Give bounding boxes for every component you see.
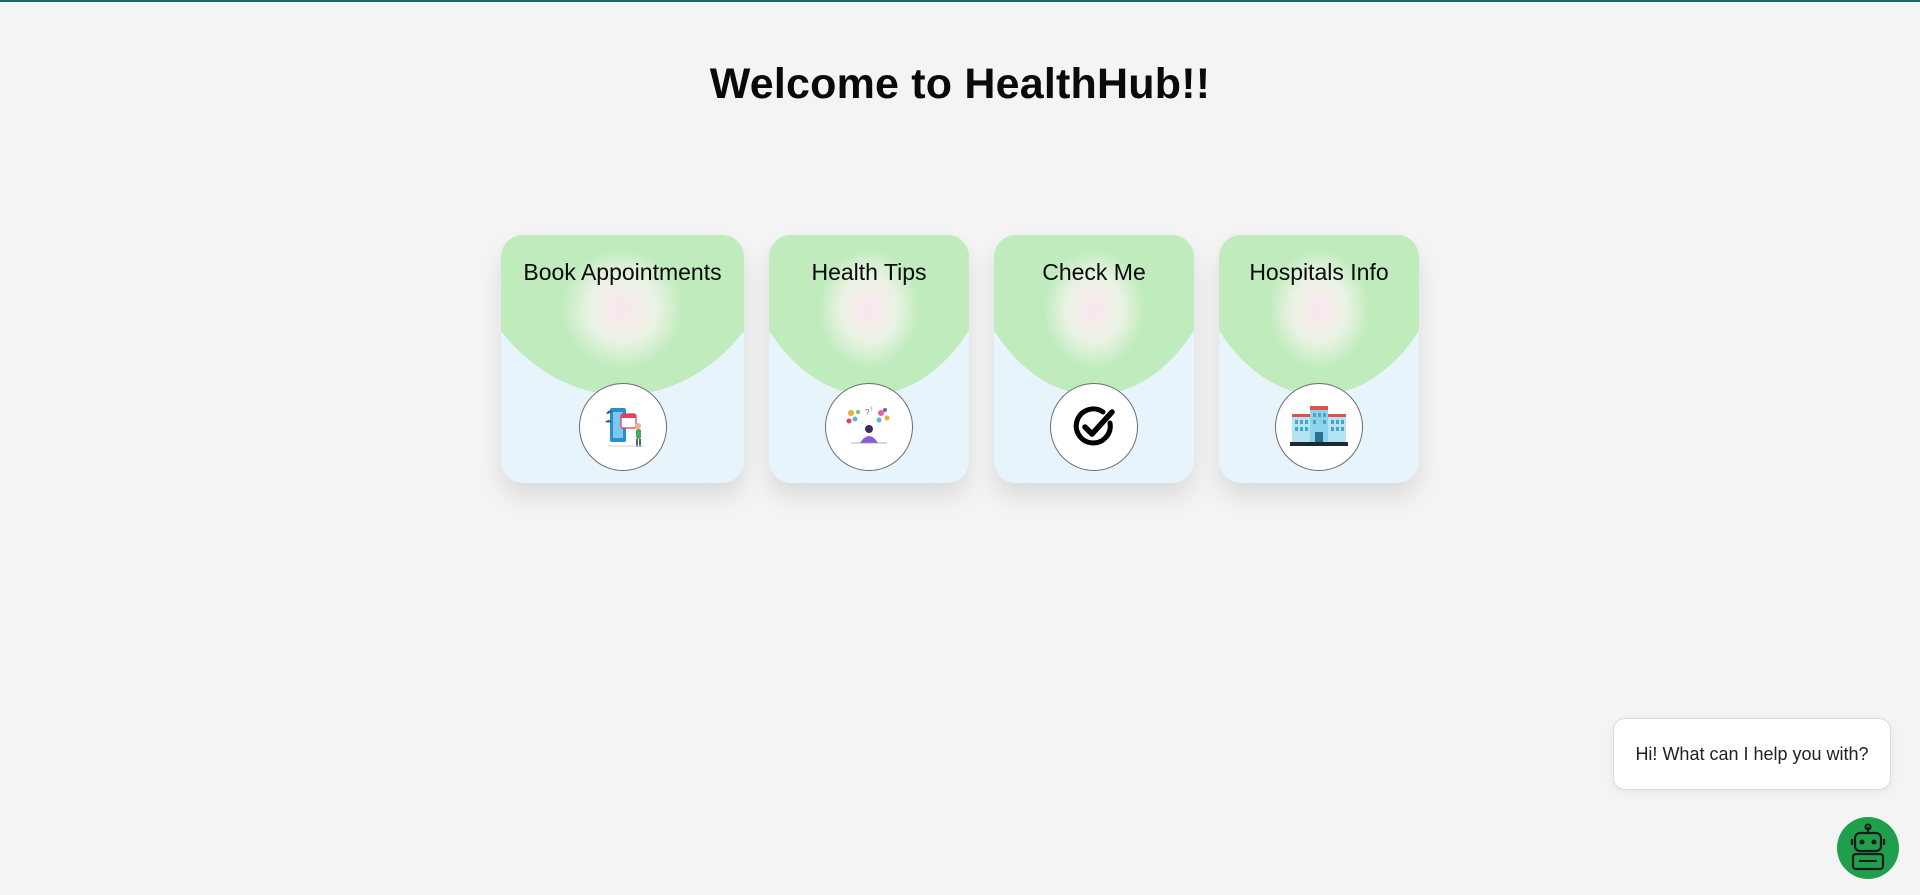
card-icon-circle <box>578 383 667 471</box>
card-title: Health Tips <box>811 259 927 285</box>
card-title: Book Appointments <box>523 259 722 285</box>
check-me-card[interactable]: Check Me <box>994 235 1194 483</box>
card-icon-circle <box>1275 383 1363 471</box>
chatbot-button[interactable] <box>1837 817 1899 879</box>
chat-greeting-bubble[interactable]: Hi! What can I help you with? <box>1613 718 1891 790</box>
card-icon-circle <box>1050 383 1138 471</box>
top-accent-bar <box>0 0 1920 2</box>
robot-icon <box>1850 823 1886 871</box>
card-icon-circle: ? ! <box>825 383 913 471</box>
card-title: Hospitals Info <box>1249 259 1389 285</box>
health-tips-card[interactable]: Health Tips ? ! <box>769 235 969 483</box>
hospitals-info-card[interactable]: Hospitals Info <box>1219 235 1419 483</box>
svg-text:?: ? <box>865 408 870 417</box>
hospital-building-icon <box>1290 406 1348 446</box>
health-tips-icon: ? ! <box>846 407 890 444</box>
book-appointments-card[interactable]: Book Appointments <box>501 235 744 483</box>
checkmark-circle-icon <box>1073 406 1115 446</box>
svg-text:!: ! <box>871 407 873 413</box>
calendar-booking-icon <box>604 408 644 447</box>
chat-greeting-text: Hi! What can I help you with? <box>1635 743 1869 764</box>
page-title: Welcome to HealthHub!! <box>709 60 1211 108</box>
card-title: Check Me <box>1042 259 1146 285</box>
